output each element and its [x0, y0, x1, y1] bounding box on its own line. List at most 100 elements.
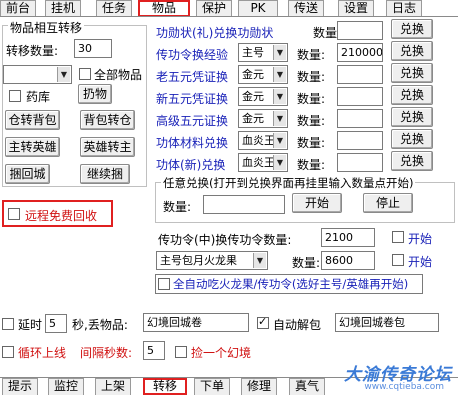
tab-teleport[interactable]: 传送: [288, 0, 324, 17]
transfer-medal-start-label: 开始: [408, 232, 433, 246]
exchange-button-6[interactable]: 兑换: [391, 151, 433, 171]
exchange-qty-label-4: 数量:: [297, 114, 326, 128]
tab-items[interactable]: 物品: [138, 0, 190, 17]
drop-item-input[interactable]: 幻境回城卷: [143, 313, 249, 332]
unpack-item-input[interactable]: 幻境回城卷包: [335, 313, 439, 332]
drop-items-button[interactable]: 扔物: [78, 84, 112, 104]
any-exchange-stop-button[interactable]: 停止: [363, 193, 413, 213]
exchange-button-5[interactable]: 兑换: [391, 129, 433, 149]
exchange-name-3: 新五元凭证换: [156, 92, 229, 106]
auto-eat-label: 全自动吃火龙果/传功令(选好主号/英雄再开始): [173, 277, 409, 291]
watermark-url: www.cqtieba.com: [364, 382, 444, 392]
item-select[interactable]: ▼: [3, 65, 72, 84]
bottom-tab-list[interactable]: 上架: [95, 378, 131, 395]
chevron-down-icon: ▼: [273, 89, 286, 104]
bag-to-warehouse-button[interactable]: 背包转仓: [80, 110, 135, 130]
transfer-medal-label: 传功令(中)换传功令数量:: [158, 233, 292, 247]
main-to-hero-button[interactable]: 主转英雄: [5, 137, 60, 157]
chevron-down-icon: ▼: [273, 111, 286, 126]
all-items-checkbox[interactable]: [79, 68, 91, 80]
any-exchange-start-button[interactable]: 开始: [292, 193, 342, 213]
delay-label: 延时: [18, 318, 43, 332]
transfer-group-title: 物品相互转移: [8, 19, 85, 36]
tab-log[interactable]: 日志: [386, 0, 422, 17]
remote-recycle-label: 远程免费回收: [25, 209, 98, 223]
exchange-select-2[interactable]: 金元 ▼: [238, 65, 288, 84]
exchange-qty-label-2: 数量:: [297, 70, 326, 84]
bottom-tab-order[interactable]: 下单: [194, 378, 230, 395]
tab-divider: [0, 16, 458, 17]
exchange-select-3[interactable]: 金元 ▼: [238, 87, 288, 106]
warehouse-label: 药库: [26, 90, 51, 104]
exchange-qty-4[interactable]: [337, 109, 383, 128]
warehouse-checkbox[interactable]: [9, 90, 21, 102]
delay-value[interactable]: 5: [45, 314, 67, 333]
exchange-button-2[interactable]: 兑换: [391, 63, 433, 83]
tab-protect[interactable]: 保护: [196, 0, 232, 17]
main-package-select[interactable]: 主号包月火龙果 ▼: [156, 251, 268, 270]
loop-online-label: 循环上线: [18, 346, 67, 360]
chevron-down-icon: ▼: [253, 253, 266, 268]
tab-hangup[interactable]: 挂机: [45, 0, 81, 17]
loop-online-checkbox[interactable]: [2, 346, 14, 358]
exchange-select-5[interactable]: 血炎王 ▼: [238, 131, 288, 150]
auto-unpack-checkbox[interactable]: [257, 315, 269, 329]
exchange-name-5: 功体材料兑换: [156, 136, 229, 150]
bind-return-button[interactable]: 捆回城: [5, 164, 50, 184]
remote-recycle-checkbox[interactable]: [8, 208, 20, 220]
exchange-name-2: 老五元凭证换: [156, 70, 229, 84]
transfer-medal-start2-checkbox[interactable]: [392, 254, 404, 266]
exchange-qty-2[interactable]: [337, 65, 383, 84]
exchange-select-6[interactable]: 血炎王 ▼: [238, 153, 288, 172]
delay-checkbox[interactable]: [2, 318, 14, 330]
transfer-medal-qty-label: 数量:: [292, 256, 321, 270]
chevron-down-icon: ▼: [273, 67, 286, 82]
bottom-tab-transfer[interactable]: 转移: [143, 378, 187, 395]
exchange-qty-label-3: 数量:: [297, 92, 326, 106]
exchange-qty-0[interactable]: [337, 21, 383, 40]
exchange-select-4[interactable]: 金元 ▼: [238, 109, 288, 128]
any-exchange-qty[interactable]: [203, 195, 285, 214]
exchange-button-3[interactable]: 兑换: [391, 85, 433, 105]
exchange-qty-label-1: 数量:: [297, 48, 326, 62]
exchange-name-1: 传功令换经验: [156, 48, 229, 62]
interval-input[interactable]: 5: [143, 341, 165, 360]
bottom-tab-tips[interactable]: 提示: [2, 378, 38, 395]
transfer-medal-qty[interactable]: 8600: [321, 251, 375, 270]
transfer-count-label: 转移数量:: [6, 44, 59, 58]
transfer-medal-start2-label: 开始: [408, 255, 433, 269]
auto-eat-checkbox[interactable]: [158, 278, 170, 290]
tab-pk[interactable]: PK: [238, 0, 278, 17]
exchange-button-1[interactable]: 兑换: [391, 41, 433, 61]
bottom-tab-zhenqi[interactable]: 真气: [289, 378, 325, 395]
exchange-name-0: 功勋状(礼)兑换功勋状: [156, 26, 274, 40]
pick-illusion-label: 捡一个幻境: [191, 346, 252, 360]
bottom-tab-repair[interactable]: 修理: [241, 378, 277, 395]
exchange-qty-label-5: 数量:: [297, 136, 326, 150]
exchange-qty-6[interactable]: [337, 153, 383, 172]
exchange-qty-5[interactable]: [337, 131, 383, 150]
exchange-qty-1[interactable]: 210000: [337, 43, 383, 62]
pick-illusion-checkbox[interactable]: [175, 346, 187, 358]
transfer-medal-start-checkbox[interactable]: [392, 231, 404, 243]
transfer-medal-value[interactable]: 2100: [321, 228, 375, 247]
exchange-button-0[interactable]: 兑换: [391, 19, 433, 39]
transfer-count-input[interactable]: 30: [74, 39, 112, 58]
tab-front[interactable]: 前台: [0, 0, 36, 17]
chevron-down-icon: ▼: [273, 133, 286, 148]
tab-settings[interactable]: 设置: [338, 0, 374, 17]
warehouse-to-bag-button[interactable]: 仓转背包: [5, 110, 60, 130]
exchange-select-1[interactable]: 主号 ▼: [238, 43, 288, 62]
exchange-name-6: 功体(新)兑换: [156, 158, 226, 172]
tab-quest[interactable]: 任务: [96, 0, 132, 17]
auto-unpack-label: 自动解包: [273, 318, 322, 332]
bottom-tab-monitor[interactable]: 监控: [48, 378, 84, 395]
chevron-down-icon: ▼: [57, 67, 70, 82]
all-items-label: 全部物品: [94, 68, 143, 82]
hero-to-main-button[interactable]: 英雄转主: [80, 137, 135, 157]
exchange-qty-3[interactable]: [337, 87, 383, 106]
exchange-button-4[interactable]: 兑换: [391, 107, 433, 127]
any-exchange-qty-label: 数量:: [163, 200, 192, 214]
any-exchange-title: 任意兑换(打开到兑换界面再挂里输入数量点开始): [161, 175, 416, 191]
continue-bind-button[interactable]: 继续捆: [80, 164, 130, 184]
